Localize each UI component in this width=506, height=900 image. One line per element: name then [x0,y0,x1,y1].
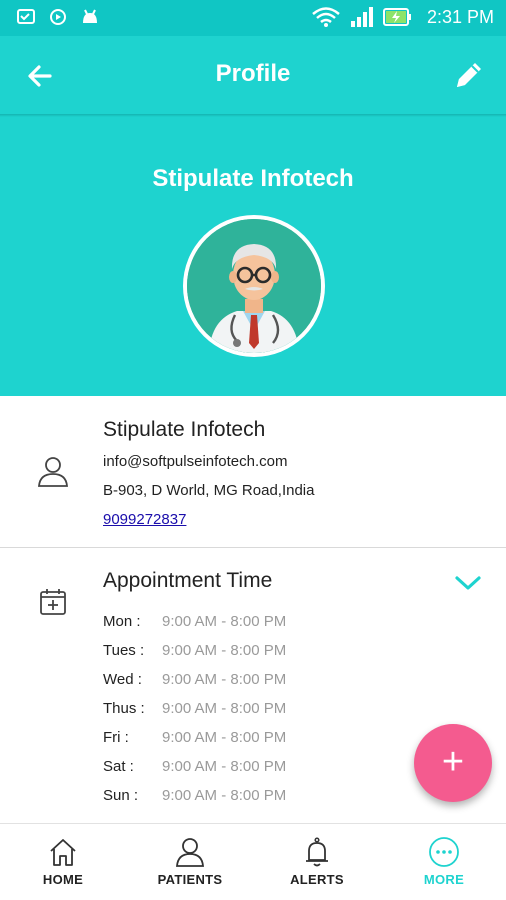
nav-label-home: HOME [42,872,84,887]
schedule-day: Wed : [103,671,142,688]
profile-header-name: Stipulate Infotech [152,165,354,192]
calendar-add-icon [40,589,66,615]
signal-icon [350,7,373,27]
schedule-time: 9:00 AM - 8:00 PM [162,787,287,804]
nav-label-patients: PATIENTS [157,872,223,887]
nav-label-more: MORE [423,872,465,887]
person-icon [176,838,204,867]
nav-alerts[interactable]: ALERTS [262,836,372,896]
schedule-day: Thus : [103,700,145,717]
schedule-time: 9:00 AM - 8:00 PM [162,613,287,630]
status-time: 2:31 PM [426,6,494,27]
contact-address: B-903, D World, MG Road,India [103,482,315,499]
profile-header: Stipulate Infotech [0,117,506,396]
battery-charging-icon [382,8,411,26]
nav-more[interactable]: MORE [389,836,499,896]
status-bar: 2:31 PM [0,0,506,36]
add-button[interactable]: + [414,724,492,802]
doctor-avatar-icon [187,219,321,353]
contact-email: info@softpulseinfotech.com [103,453,288,470]
bell-icon [306,837,328,867]
app-bar: Profile [0,36,506,114]
wifi-icon [312,7,340,27]
sync-icon [50,9,66,25]
contact-name: Stipulate Infotech [103,418,266,441]
schedule-time: 9:00 AM - 8:00 PM [162,700,287,717]
chevron-down-icon[interactable] [454,573,482,593]
contact-phone-link[interactable]: 9099272837 [103,511,186,528]
schedule-day: Sun : [103,787,139,804]
schedule-day: Fri : [103,729,129,746]
schedule-day: Mon : [103,613,141,630]
plus-icon: + [441,741,465,783]
schedule-time: 9:00 AM - 8:00 PM [162,758,287,775]
page-title: Profile [215,60,291,87]
nav-home[interactable]: HOME [8,836,118,896]
schedule-time: 9:00 AM - 8:00 PM [162,671,287,688]
nav-patients[interactable]: PATIENTS [135,836,245,896]
pencil-icon[interactable] [452,58,486,92]
avatar [183,215,325,357]
cast-icon [17,9,35,24]
appointment-title: Appointment Time [103,569,273,592]
schedule-day: Sat : [103,758,134,775]
person-icon [38,457,68,487]
nav-label-alerts: ALERTS [290,872,344,887]
schedule-time: 9:00 AM - 8:00 PM [162,729,287,746]
contact-info-section: Stipulate Infotech info@softpulseinfotec… [0,396,506,548]
android-icon [83,9,97,23]
schedule-time: 9:00 AM - 8:00 PM [162,642,287,659]
schedule-day: Tues : [103,642,145,659]
bottom-nav: HOME PATIENTS ALERTS MORE [0,823,506,900]
more-icon [429,837,459,867]
home-icon [50,839,76,866]
